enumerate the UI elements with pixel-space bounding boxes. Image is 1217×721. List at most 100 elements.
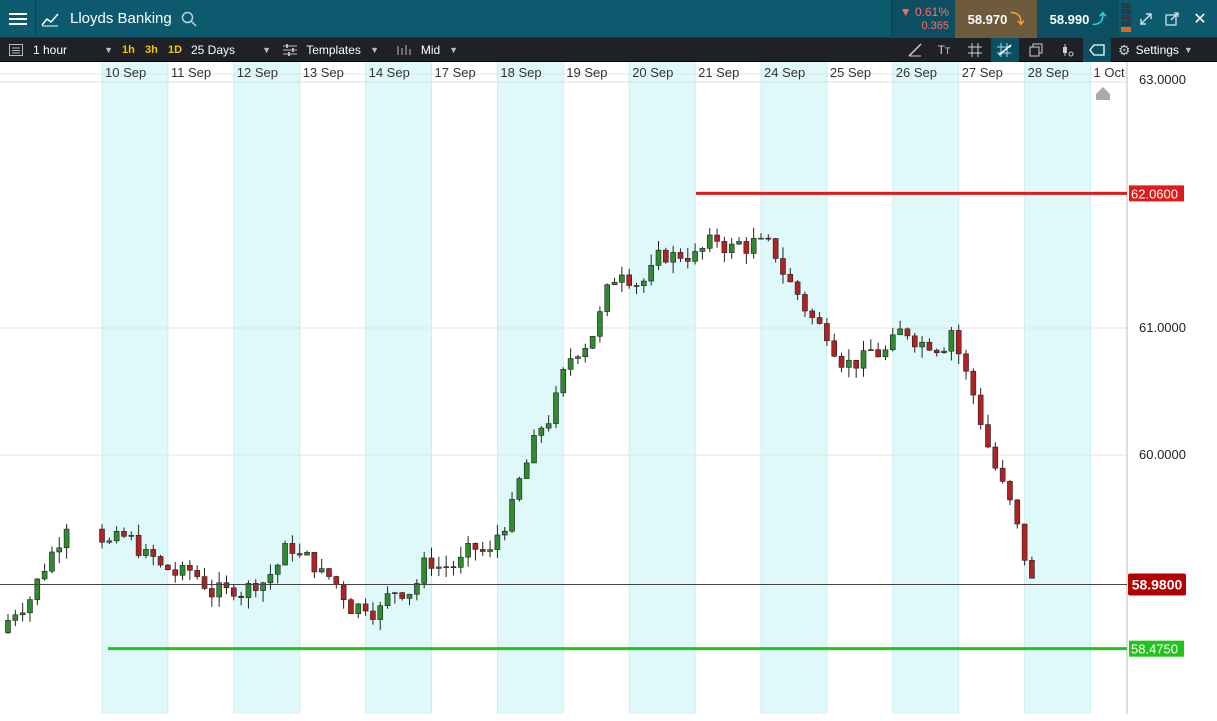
crosshair-button[interactable]: [991, 38, 1019, 62]
candle-down: [472, 543, 479, 550]
candle-down: [370, 610, 376, 620]
chevron-down-icon: ▼: [262, 45, 271, 55]
candle-up: [355, 603, 362, 615]
range-select[interactable]: 25 Days ▼: [191, 38, 271, 62]
price-tag-button[interactable]: [1083, 38, 1111, 62]
templates-select[interactable]: Templates ▼: [283, 38, 379, 62]
hamburger-menu-button[interactable]: [0, 0, 36, 38]
interval-value: 1 hour: [33, 43, 68, 57]
date-label: 26 Sep: [896, 65, 937, 80]
candle-down: [311, 552, 318, 573]
date-label: 28 Sep: [1028, 65, 1069, 80]
sell-price-button[interactable]: 58.970 ⤵: [955, 0, 1037, 38]
candle-down: [963, 353, 969, 372]
close-icon: ✕: [1193, 11, 1207, 28]
buy-price-button[interactable]: 58.990 ⤴: [1037, 0, 1119, 38]
bars-icon: [397, 45, 411, 55]
candle-down: [838, 355, 845, 368]
price-type-select[interactable]: Mid ▼: [396, 38, 458, 62]
quick-interval-3h[interactable]: 3h: [145, 38, 158, 62]
candle-up: [538, 427, 545, 436]
draw-line-button[interactable]: [901, 38, 929, 62]
crosshair-icon: [997, 43, 1012, 57]
settings-label: Settings: [1135, 43, 1179, 57]
candle-down: [150, 549, 157, 557]
candle-down: [992, 446, 999, 469]
quick-interval-1d[interactable]: 1D: [168, 38, 182, 62]
text-tool-button[interactable]: TT: [930, 38, 958, 62]
candle-up: [392, 592, 398, 594]
date-label: 18 Sep: [500, 65, 541, 80]
panel-toggle-button[interactable]: [4, 38, 28, 62]
close-button[interactable]: ✕: [1188, 0, 1212, 38]
panel-icon: [9, 44, 23, 56]
candle-down: [121, 531, 127, 537]
candle-down: [238, 595, 244, 598]
candle-down: [772, 238, 779, 259]
candle-up: [41, 570, 48, 580]
resistance-label: 62.0600: [1131, 186, 1178, 201]
candle-up: [128, 535, 135, 537]
candle-up: [436, 566, 442, 569]
price-chart[interactable]: 10 Sep 11 Sep 12 Sep 13 Sep 14 Sep 17 Sep 18 S…: [0, 62, 1217, 721]
candle-down: [99, 528, 105, 543]
candle-up: [611, 282, 618, 286]
candle-up: [49, 551, 55, 572]
day-band: [102, 62, 168, 714]
interval-select[interactable]: 1 hour ▼: [33, 38, 115, 62]
layers-button[interactable]: [1022, 38, 1050, 62]
candle-up: [143, 549, 149, 556]
grid-button[interactable]: [961, 38, 989, 62]
candle-up: [560, 369, 567, 394]
chart-toolbar: 1 hour ▼ 1h 3h 1D 25 Days ▼ Templates ▼ …: [0, 38, 1217, 62]
candle-up: [604, 284, 611, 312]
date-label: 13 Sep: [303, 65, 344, 80]
day-band: [233, 62, 300, 714]
chart-type-button[interactable]: [1053, 38, 1081, 62]
candle-up: [501, 530, 508, 536]
candle-up: [465, 543, 471, 558]
candle-up: [509, 499, 515, 532]
candle-up: [457, 556, 464, 568]
candle-up: [567, 358, 574, 370]
change-percent: ▼ 0.61%: [899, 5, 949, 19]
settings-button[interactable]: ⚙ Settings ▼: [1118, 38, 1212, 62]
candle-up: [728, 243, 735, 253]
candle-down: [677, 252, 684, 259]
candle-up: [948, 330, 955, 352]
chart-area[interactable]: 10 Sep 11 Sep 12 Sep 13 Sep 14 Sep 17 Sep 18 S…: [0, 62, 1217, 721]
candle-up: [56, 547, 63, 553]
candle-down: [985, 424, 991, 448]
candle-down: [223, 582, 230, 589]
date-label: 12 Sep: [237, 65, 278, 80]
expand-button[interactable]: [1134, 0, 1158, 38]
candle-down: [816, 317, 823, 324]
popout-button[interactable]: [1160, 0, 1184, 38]
search-icon: [181, 11, 197, 27]
candle-down: [904, 328, 911, 337]
candle-down: [289, 543, 296, 554]
date-label: 10 Sep: [105, 65, 146, 80]
date-label: 1 Oct: [1094, 65, 1125, 80]
price-change-box: ▼ 0.61% 0.365: [891, 0, 955, 38]
candle-up: [421, 557, 427, 584]
candle-up: [523, 462, 530, 479]
candle-up: [384, 593, 391, 606]
candle-up: [655, 249, 662, 266]
search-button[interactable]: [178, 0, 200, 38]
date-label: 17 Sep: [435, 65, 476, 80]
y-tick-label: 63.0000: [1139, 72, 1186, 87]
candle-up: [12, 614, 19, 621]
candle-down: [172, 569, 179, 576]
candle-up: [582, 347, 589, 357]
buy-price: 58.990: [1049, 11, 1090, 27]
candle-up: [589, 335, 596, 349]
gear-icon: ⚙: [1118, 41, 1131, 58]
quick-interval-1h[interactable]: 1h: [122, 38, 135, 62]
draw-line-icon: [908, 43, 922, 57]
chart-mode-button[interactable]: [37, 0, 63, 38]
candle-up: [882, 349, 889, 358]
scroll-home-icon[interactable]: [1096, 87, 1110, 100]
day-band: [892, 62, 959, 714]
candle-down: [333, 576, 340, 585]
